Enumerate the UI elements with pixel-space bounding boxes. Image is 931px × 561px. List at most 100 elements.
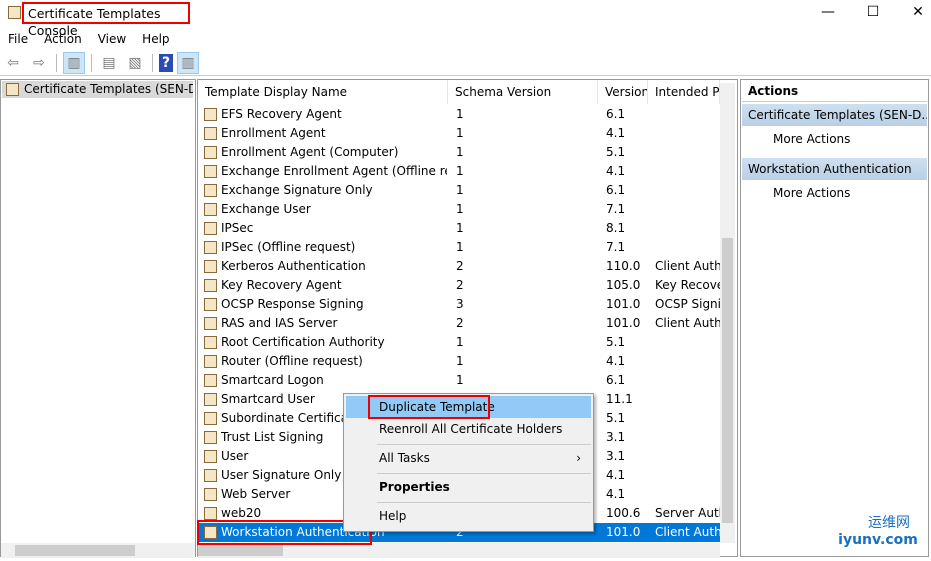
version: 5.1: [606, 335, 626, 349]
menu-divider: [377, 444, 591, 445]
column-header-version[interactable]: Version: [598, 80, 648, 104]
intended-purposes: Server Authe: [655, 506, 720, 520]
column-header-intended-purposes[interactable]: Intended Pu: [648, 80, 720, 104]
template-name: Exchange Signature Only: [221, 183, 373, 197]
template-name: Enrollment Agent: [221, 126, 326, 140]
back-icon[interactable]: ⇦: [2, 52, 24, 74]
menu-divider: [377, 502, 591, 503]
toolbar-separator: [152, 53, 153, 72]
schema-version: 1: [456, 145, 464, 159]
results-scroll-thumb[interactable]: [722, 238, 733, 523]
certificate-template-icon: [204, 279, 217, 292]
menu-action[interactable]: Action: [36, 30, 90, 48]
schema-version: 1: [456, 240, 464, 254]
table-row[interactable]: OCSP Response Signing 3 101.0 OCSP Signi…: [199, 295, 720, 314]
certificate-template-icon: [204, 431, 217, 444]
certificate-template-icon: [204, 355, 217, 368]
console-tree-pane: [0, 79, 196, 557]
version: 4.1: [606, 468, 626, 482]
watermark-text: 运维网: [868, 515, 910, 531]
table-row[interactable]: Exchange Signature Only 1 6.1: [199, 181, 720, 200]
version: 3.1: [606, 449, 626, 463]
toolbar-separator: [91, 53, 92, 72]
actions-group-workstation-authentication[interactable]: Workstation Authentication: [742, 158, 927, 180]
menu-divider: [377, 473, 591, 474]
tree-scroll-thumb[interactable]: [15, 545, 135, 556]
schema-version: 1: [456, 373, 464, 387]
export-list-icon[interactable]: ▧: [124, 52, 146, 74]
watermark: 运维网 iyunv.com: [828, 512, 928, 548]
certificate-template-icon: [204, 393, 217, 406]
tree-item-certificate-templates[interactable]: Certificate Templates (SEN-DC0: [2, 81, 193, 98]
table-row[interactable]: Enrollment Agent (Computer) 1 5.1: [199, 143, 720, 162]
version: 4.1: [606, 126, 626, 140]
watermark-url: iyunv.com: [838, 532, 918, 548]
table-row[interactable]: Exchange User 1 7.1: [199, 200, 720, 219]
intended-purposes: Client Authe: [655, 259, 720, 273]
table-row[interactable]: Root Certification Authority 1 5.1: [199, 333, 720, 352]
template-name: OCSP Response Signing: [221, 297, 364, 311]
table-row[interactable]: Key Recovery Agent 2 105.0 Key Recover: [199, 276, 720, 295]
table-row[interactable]: RAS and IAS Server 2 101.0 Client Authe: [199, 314, 720, 333]
window-title: Certificate Templates Console: [22, 2, 190, 38]
schema-version: 1: [456, 164, 464, 178]
version: 7.1: [606, 202, 626, 216]
template-name: Kerberos Authentication: [221, 259, 366, 273]
menu-item-reenroll[interactable]: Reenroll All Certificate Holders: [346, 418, 591, 440]
more-actions-link[interactable]: More Actions: [742, 128, 927, 150]
table-row[interactable]: EFS Recovery Agent 1 6.1: [199, 105, 720, 124]
intended-purposes: Client Authe: [655, 316, 720, 330]
template-name: Enrollment Agent (Computer): [221, 145, 399, 159]
menu-file[interactable]: File: [0, 30, 36, 48]
more-actions-link[interactable]: More Actions: [742, 182, 927, 204]
table-row[interactable]: IPSec 1 8.1: [199, 219, 720, 238]
actions-group-certificate-templates[interactable]: Certificate Templates (SEN-D...: [742, 104, 927, 126]
certificate-template-icon: [204, 374, 217, 387]
column-header-name[interactable]: Template Display Name: [198, 80, 448, 104]
certificate-template-icon: [204, 127, 217, 140]
intended-purposes: Client Authe: [655, 525, 720, 539]
close-button[interactable]: ✕: [898, 0, 931, 24]
column-header-schema-version[interactable]: Schema Version: [448, 80, 598, 104]
table-row[interactable]: IPSec (Offline request) 1 7.1: [199, 238, 720, 257]
version: 6.1: [606, 183, 626, 197]
schema-version: 3: [456, 297, 464, 311]
certificate-template-icon: [204, 146, 217, 159]
menu-item-help[interactable]: Help: [346, 505, 591, 527]
table-row[interactable]: Smartcard Logon 1 6.1: [199, 371, 720, 390]
menu-view[interactable]: View: [90, 30, 134, 48]
properties-icon[interactable]: ▤: [98, 52, 120, 74]
version: 8.1: [606, 221, 626, 235]
help-icon[interactable]: ?: [159, 53, 173, 72]
version: 101.0: [606, 316, 641, 330]
schema-version: 1: [456, 221, 464, 235]
template-name: Exchange User: [221, 202, 311, 216]
template-name: Key Recovery Agent: [221, 278, 342, 292]
table-row[interactable]: Router (Offline request) 1 4.1: [199, 352, 720, 371]
certificate-template-icon: [204, 336, 217, 349]
certificate-template-icon: [204, 184, 217, 197]
menu-item-all-tasks[interactable]: All Tasks ›: [346, 447, 591, 469]
version: 101.0: [606, 297, 641, 311]
certificate-templates-icon: [6, 83, 19, 96]
table-row[interactable]: Kerberos Authentication 2 110.0 Client A…: [199, 257, 720, 276]
table-row[interactable]: Exchange Enrollment Agent (Offline requ.…: [199, 162, 720, 181]
show-hide-action-pane-icon[interactable]: ▥: [177, 51, 199, 74]
table-row[interactable]: Enrollment Agent 1 4.1: [199, 124, 720, 143]
version: 100.6: [606, 506, 641, 520]
maximize-button[interactable]: ☐: [853, 0, 893, 24]
version: 5.1: [606, 411, 626, 425]
app-icon: [8, 6, 21, 19]
minimize-button[interactable]: —: [808, 0, 848, 24]
toolbar-separator: [56, 53, 57, 72]
context-menu: Duplicate Template Reenroll All Certific…: [343, 393, 594, 532]
highlight-box: [368, 395, 490, 419]
forward-icon[interactable]: ⇨: [28, 52, 50, 74]
menu-help[interactable]: Help: [134, 30, 177, 48]
certificate-template-icon: [204, 317, 217, 330]
schema-version: 2: [456, 259, 464, 273]
results-hscroll-thumb[interactable]: [198, 545, 283, 556]
show-hide-console-tree-icon[interactable]: ▥: [63, 51, 85, 74]
template-name: RAS and IAS Server: [221, 316, 338, 330]
menu-item-properties[interactable]: Properties: [346, 476, 591, 498]
